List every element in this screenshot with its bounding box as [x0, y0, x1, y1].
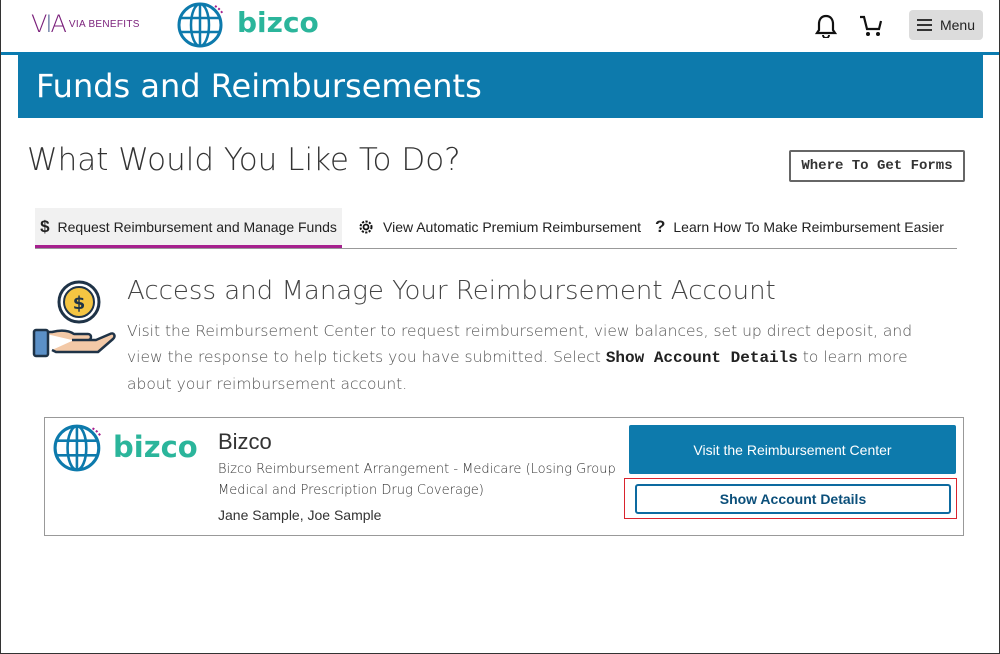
via-mark-icon: VIA [31, 10, 67, 38]
section-question: What Would You Like To Do? [27, 142, 461, 178]
menu-button[interactable]: Menu [909, 10, 983, 40]
section-title: Access and Manage Your Reimbursement Acc… [127, 276, 776, 306]
page-banner: Funds and Reimbursements [18, 55, 983, 118]
tab-learn-reimbursement[interactable]: ? Learn How To Make Reimbursement Easier [655, 208, 944, 246]
where-to-get-forms-button[interactable]: Where To Get Forms [789, 150, 965, 182]
tab-bar: $ Request Reimbursement and Manage Funds… [35, 208, 957, 249]
section-description: Visit the Reimbursement Center to reques… [127, 318, 947, 397]
gear-icon [359, 220, 373, 234]
coin-in-hand-icon: $ [32, 280, 116, 358]
tab-label: View Automatic Premium Reimbursement [383, 219, 642, 235]
page-title: Funds and Reimbursements [36, 67, 482, 105]
tab-label: Request Reimbursement and Manage Funds [57, 218, 337, 235]
via-benefits-logo[interactable]: VIA VIA BENEFITS [31, 10, 140, 38]
card-bizco-logo-text: bizco [113, 430, 198, 464]
tab-automatic-premium-reimbursement[interactable]: View Automatic Premium Reimbursement [357, 208, 641, 246]
tab-label: Learn How To Make Reimbursement Easier [673, 219, 944, 235]
globe-icon [53, 424, 102, 472]
visit-reimbursement-center-button[interactable]: Visit the Reimbursement Center [629, 425, 956, 474]
via-benefits-text: VIA BENEFITS [68, 18, 140, 30]
svg-text:$: $ [73, 293, 86, 314]
bell-icon[interactable] [815, 14, 837, 38]
show-account-details-button[interactable]: Show Account Details [635, 484, 951, 514]
bizco-brand-text: bizco [237, 6, 319, 39]
question-icon: ? [655, 217, 666, 236]
globe-icon [177, 2, 224, 48]
account-name: Bizco [218, 429, 272, 454]
tab-request-reimbursement[interactable]: $ Request Reimbursement and Manage Funds [35, 208, 342, 248]
cart-icon[interactable] [859, 14, 883, 38]
hamburger-icon [916, 19, 932, 31]
account-members: Jane Sample, Joe Sample [218, 507, 382, 523]
menu-label: Menu [939, 17, 976, 33]
top-navigation-bar: VIA VIA BENEFITS bizco Menu [1, 0, 999, 52]
dollar-icon: $ [40, 216, 50, 236]
description-emphasis: Show Account Details [605, 349, 798, 367]
plan-description: Bizco Reimbursement Arrangement - Medica… [218, 462, 616, 498]
account-card: bizco Bizco Bizco Reimbursement Arrangem… [44, 417, 964, 536]
